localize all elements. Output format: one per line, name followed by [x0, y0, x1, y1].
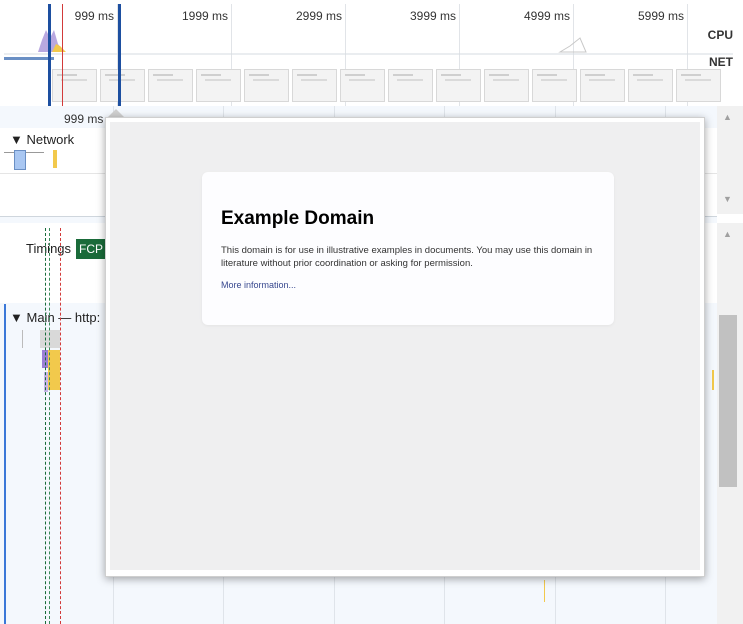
screenshot-preview: Example Domain This domain is for use in…: [110, 122, 700, 570]
filmstrip-frame[interactable]: [388, 69, 433, 102]
task-tick: [712, 370, 714, 390]
expand-triangle-icon: ▼: [10, 310, 23, 325]
fcp-marker-line: [45, 228, 47, 624]
network-track-header[interactable]: ▼ Network: [10, 132, 74, 147]
filmstrip-frame[interactable]: [52, 69, 97, 102]
filmstrip-frame[interactable]: [628, 69, 673, 102]
cpu-idle-hatch: [558, 37, 587, 53]
filmstrip-frame[interactable]: [100, 69, 145, 102]
page-content-card: Example Domain This domain is for use in…: [202, 172, 614, 325]
main-track-focus-bar: [4, 304, 6, 624]
main-track-label: Main — http:: [26, 310, 101, 325]
main-track-header[interactable]: ▼ Main — http:: [10, 310, 100, 325]
filmstrip-frame[interactable]: [196, 69, 241, 102]
filmstrip-frame[interactable]: [340, 69, 385, 102]
main-scrollbar-thumb[interactable]: [719, 315, 737, 487]
ruler-time-label: 999 ms: [64, 112, 104, 126]
scroll-down-icon[interactable]: ▼: [723, 194, 732, 204]
filmstrip-frame[interactable]: [244, 69, 289, 102]
load-marker-line: [60, 228, 62, 624]
filmstrip-frame[interactable]: [532, 69, 577, 102]
scroll-up-icon[interactable]: ▲: [723, 229, 732, 239]
timeline-overview[interactable]: 999 ms 1999 ms 2999 ms 3999 ms 4999 ms 5…: [0, 0, 743, 108]
filmstrip-frame[interactable]: [148, 69, 193, 102]
overview-marker-line: [62, 4, 63, 106]
filmstrip-frame[interactable]: [292, 69, 337, 102]
task-tick: [22, 330, 23, 348]
dcl-marker-line: [49, 228, 51, 624]
network-request-bar[interactable]: [53, 150, 57, 168]
page-heading: Example Domain: [221, 208, 375, 229]
main-scrollbar[interactable]: ▲: [717, 223, 743, 624]
more-information-link[interactable]: More information...: [221, 280, 595, 290]
cpu-activity-chart: [4, 30, 733, 60]
popover-caret: [108, 109, 124, 117]
page-paragraph: This domain is for use in illustrative e…: [221, 245, 593, 269]
screenshot-popover: Example Domain This domain is for use in…: [105, 117, 705, 577]
expand-triangle-icon: ▼: [10, 132, 23, 147]
filmstrip-frame[interactable]: [484, 69, 529, 102]
net-request-bar: [4, 57, 54, 60]
filmstrip-frame[interactable]: [580, 69, 625, 102]
network-scrollbar[interactable]: ▲ ▼: [717, 106, 743, 214]
filmstrip-frame[interactable]: [676, 69, 721, 102]
selection-start-handle[interactable]: [48, 4, 51, 106]
fcp-marker[interactable]: FCP: [76, 239, 106, 259]
filmstrip-frame[interactable]: [436, 69, 481, 102]
selection-end-handle[interactable]: [118, 4, 121, 106]
network-track-label: Network: [26, 132, 75, 147]
task-tick: [544, 580, 545, 602]
network-request-bar[interactable]: [14, 150, 26, 170]
scroll-up-icon[interactable]: ▲: [723, 112, 732, 122]
